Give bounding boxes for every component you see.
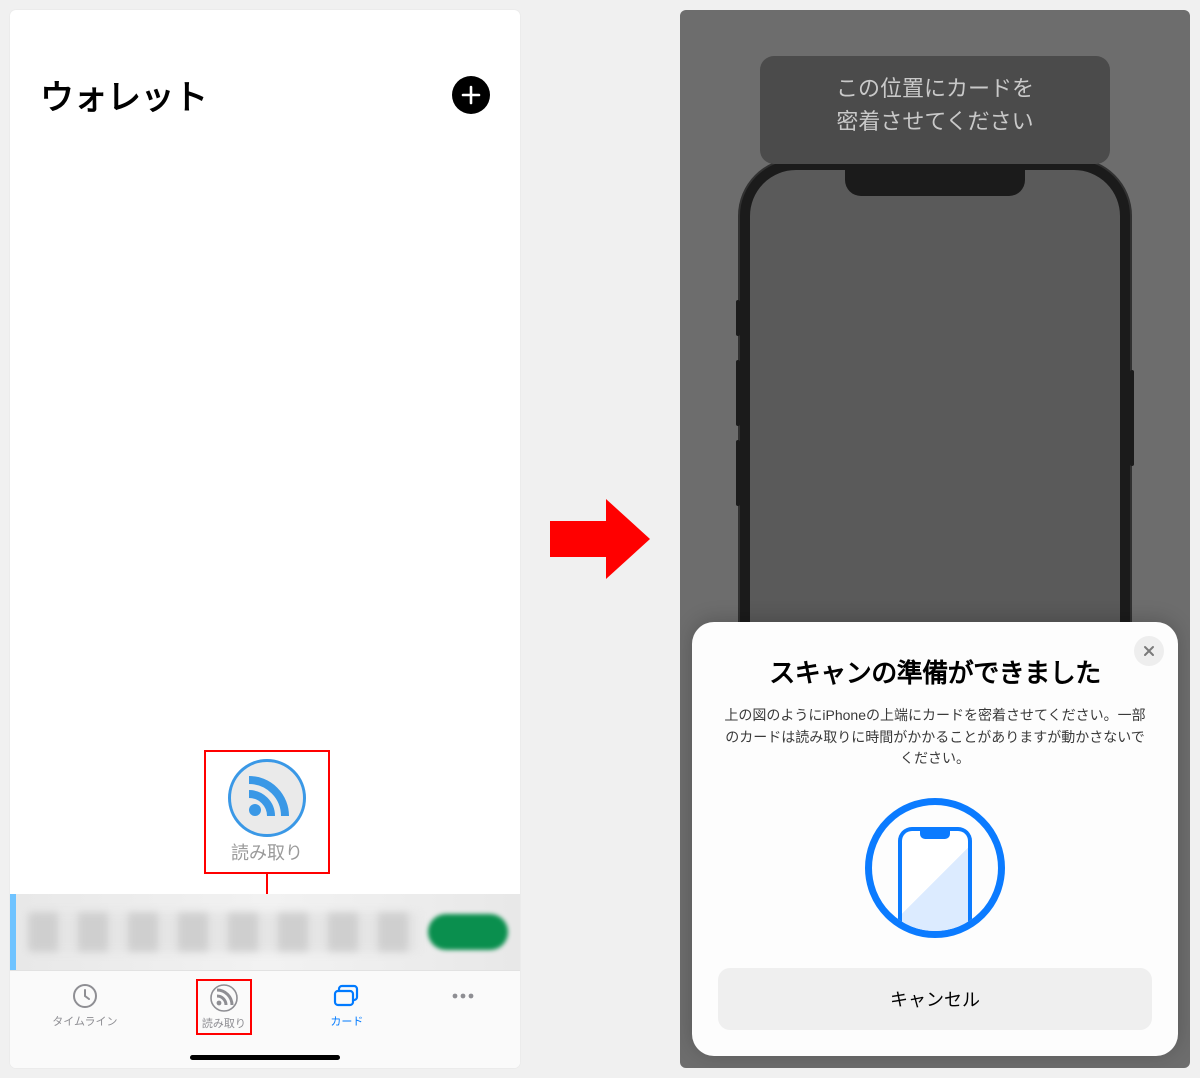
nfc-graphic — [718, 798, 1152, 938]
close-icon — [1143, 645, 1155, 657]
nfc-phone-icon — [898, 827, 972, 937]
add-button[interactable] — [452, 76, 490, 114]
phone-side-button — [736, 360, 740, 426]
tooltip-line: 密着させてください — [780, 105, 1090, 138]
tab-more[interactable] — [442, 979, 484, 1013]
ad-banner[interactable] — [10, 894, 520, 970]
phone-side-button — [1130, 370, 1134, 466]
cards-icon — [332, 982, 362, 1010]
phone-side-button — [736, 300, 740, 336]
tab-label: 読み取り — [202, 1015, 246, 1031]
page-title: ウォレット — [40, 70, 208, 119]
close-button[interactable] — [1134, 636, 1164, 666]
ad-blurred-text — [28, 912, 418, 952]
position-tooltip: この位置にカードを 密着させてください — [760, 56, 1110, 164]
read-callout-circle — [228, 759, 306, 837]
tab-bar: タイムライン 読み取り カード — [10, 970, 520, 1068]
phone-notch — [845, 170, 1025, 196]
rss-icon — [241, 772, 293, 824]
cancel-button[interactable]: キャンセル — [718, 968, 1152, 1030]
tab-read[interactable]: 読み取り — [196, 979, 252, 1035]
arrow-right-icon — [550, 499, 650, 579]
wallet-screen: ウォレット 読み取り — [10, 10, 520, 1068]
scan-ready-sheet: スキャンの準備ができました 上の図のようにiPhoneの上端にカードを密着させて… — [692, 622, 1178, 1056]
sheet-title: スキャンの準備ができました — [718, 656, 1152, 691]
clock-icon — [71, 982, 99, 1010]
tab-card[interactable]: カード — [324, 979, 369, 1031]
tab-timeline[interactable]: タイムライン — [46, 979, 123, 1031]
read-callout-label: 読み取り — [231, 839, 303, 865]
more-icon — [448, 982, 478, 1010]
ad-cta-pill[interactable] — [428, 914, 508, 950]
tooltip-line: この位置にカードを — [780, 72, 1090, 105]
phone-side-button — [736, 440, 740, 506]
nfc-scan-screen: この位置にカードを 密着させてください スキャンの準備ができました 上の図のよう… — [680, 10, 1190, 1068]
tab-label: タイムライン — [52, 1013, 117, 1029]
wallet-header: ウォレット — [10, 10, 520, 119]
nfc-circle-icon — [865, 798, 1005, 938]
rss-icon — [210, 984, 238, 1012]
read-callout: 読み取り — [204, 750, 330, 874]
sheet-description: 上の図のようにiPhoneの上端にカードを密着させてください。一部のカードは読み… — [718, 705, 1152, 770]
home-indicator[interactable] — [190, 1055, 340, 1060]
plus-icon — [461, 85, 481, 105]
tab-label: カード — [330, 1013, 363, 1029]
